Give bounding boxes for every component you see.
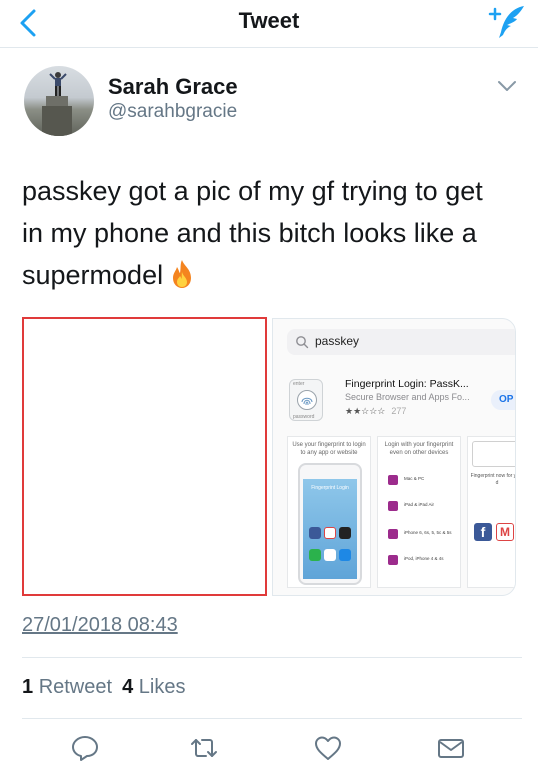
facebook-icon: f bbox=[474, 523, 492, 541]
app-rating: ★★☆☆☆ 277 bbox=[345, 406, 406, 417]
device-row: iPod, iPhone 4 & 4s bbox=[388, 553, 452, 567]
app-store-search-bar: passkey bbox=[287, 329, 515, 355]
fingerprint-icon bbox=[297, 390, 317, 410]
tweet-text-line: supermodel bbox=[22, 254, 522, 296]
retweet-icon bbox=[191, 739, 217, 757]
rating-stars: ★★☆☆☆ bbox=[345, 406, 386, 416]
direct-message-button[interactable] bbox=[436, 734, 466, 762]
tweet-text: passkey got a pic of my gf trying to get… bbox=[22, 170, 522, 296]
device-label: Mac & PC bbox=[404, 476, 425, 481]
compose-tweet-button[interactable] bbox=[486, 2, 528, 42]
screenshot-caption: Use your fingerprint to login to any app… bbox=[292, 442, 366, 456]
fire-icon bbox=[169, 259, 195, 289]
screenshot-caption: Login with your fingerprint even on othe… bbox=[384, 442, 454, 456]
app-screenshot: Fingerprint now for your d f M bbox=[467, 436, 516, 588]
reply-icon bbox=[72, 736, 98, 761]
search-query: passkey bbox=[315, 334, 360, 348]
tweet-text-line: passkey got a pic of my gf trying to get bbox=[22, 176, 483, 206]
retweet-label[interactable]: Retweet bbox=[39, 676, 112, 698]
app-icon bbox=[324, 549, 336, 561]
gmail-icon: M bbox=[496, 523, 514, 541]
app-subtitle: Secure Browser and Apps Fo... bbox=[345, 392, 470, 402]
tweet-options-button[interactable] bbox=[496, 78, 518, 94]
screenshot-caption: Fingerprint now for your d bbox=[470, 473, 516, 486]
avatar[interactable] bbox=[24, 66, 94, 136]
like-button[interactable] bbox=[313, 734, 343, 762]
tweet-text-line: in my phone and this bitch looks like a bbox=[22, 218, 477, 248]
phone-label: Fingerprint Login bbox=[311, 485, 349, 491]
app-icon bbox=[339, 527, 351, 539]
retweet-count[interactable]: 1 bbox=[22, 676, 33, 698]
device-mockup bbox=[472, 441, 515, 467]
compose-tweet-icon bbox=[488, 6, 524, 38]
device-label: iPad & iPad Air bbox=[404, 502, 435, 507]
top-nav-bar: Tweet bbox=[0, 0, 538, 48]
app-icon-tag: enter bbox=[293, 381, 305, 387]
tweet-media-screenshot[interactable]: passkey enter password Fingerprint Login… bbox=[272, 318, 516, 596]
app-get-button: OP bbox=[491, 390, 515, 410]
divider bbox=[22, 657, 522, 658]
phone-mockup: Fingerprint Login bbox=[298, 463, 362, 585]
chevron-down-icon bbox=[498, 81, 516, 91]
tweet-media-image[interactable] bbox=[22, 317, 267, 596]
device-icon bbox=[388, 555, 398, 565]
tweet-text-span: supermodel bbox=[22, 260, 164, 290]
heart-icon bbox=[315, 736, 341, 760]
app-screenshot: Use your fingerprint to login to any app… bbox=[287, 436, 371, 588]
like-label[interactable]: Likes bbox=[139, 676, 186, 698]
device-icon bbox=[388, 475, 398, 485]
device-row: Mac & PC bbox=[388, 473, 452, 487]
reply-button[interactable] bbox=[70, 734, 100, 762]
tweet-stats: 1 Retweet 4 Likes bbox=[22, 676, 185, 699]
app-title: Fingerprint Login: PassK... bbox=[345, 378, 469, 390]
author-handle[interactable]: @sarahbgracie bbox=[108, 101, 237, 123]
whatsapp-icon bbox=[309, 549, 321, 561]
device-icon bbox=[388, 501, 398, 511]
device-row: iPad & iPad Air bbox=[388, 499, 452, 513]
phone-screen: Fingerprint Login bbox=[303, 479, 357, 579]
search-icon bbox=[296, 336, 309, 349]
profile-photo bbox=[42, 72, 72, 136]
like-count[interactable]: 4 bbox=[122, 676, 133, 698]
gmail-icon bbox=[324, 527, 336, 539]
device-label: iPod, iPhone 4 & 4s bbox=[404, 556, 444, 561]
app-icon-tag: password bbox=[293, 414, 315, 420]
retweet-button[interactable] bbox=[189, 734, 219, 762]
device-row: iPhone 6, 6s, 5, 5c & 5s bbox=[388, 527, 452, 541]
rating-count: 277 bbox=[391, 406, 407, 416]
app-screenshot: Login with your fingerprint even on othe… bbox=[377, 436, 461, 588]
divider bbox=[22, 718, 522, 719]
author-name[interactable]: Sarah Grace bbox=[108, 74, 238, 100]
device-icon bbox=[388, 529, 398, 539]
envelope-icon bbox=[438, 739, 464, 758]
app-icon: enter password bbox=[289, 379, 323, 421]
page-title: Tweet bbox=[238, 8, 300, 33]
tweet-timestamp[interactable]: 27/01/2018 08:43 bbox=[22, 614, 178, 637]
messenger-icon bbox=[339, 549, 351, 561]
device-label: iPhone 6, 6s, 5, 5c & 5s bbox=[404, 530, 452, 535]
facebook-icon bbox=[309, 527, 321, 539]
